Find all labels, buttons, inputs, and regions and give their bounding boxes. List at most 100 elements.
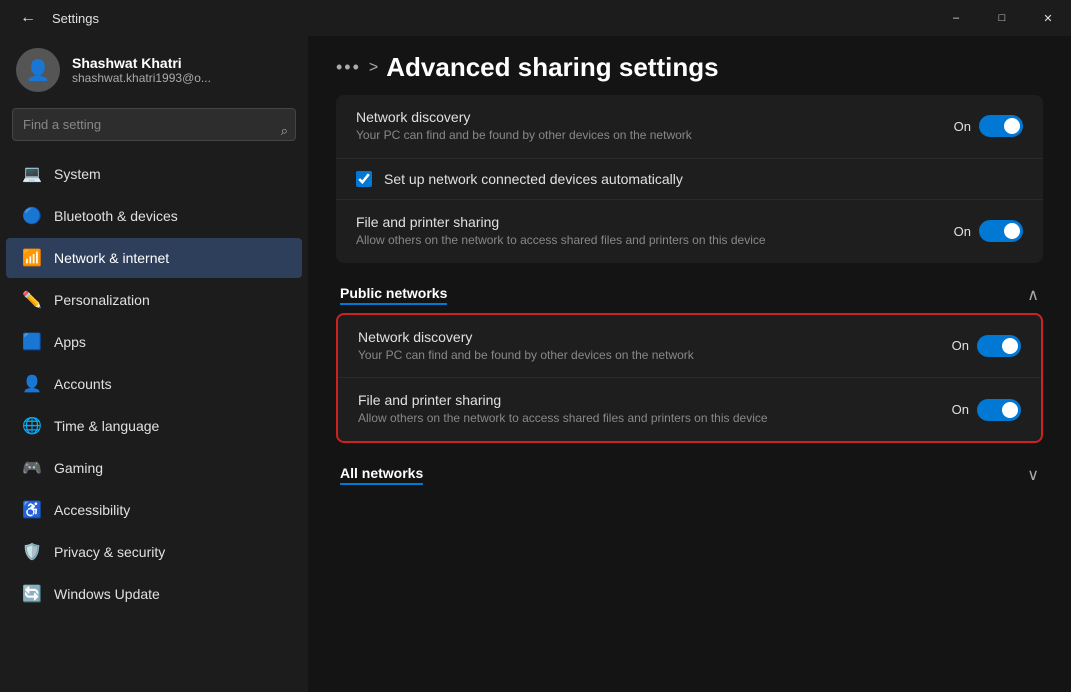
public-file-sharing-slider bbox=[977, 399, 1021, 421]
nav-list: 💻 System 🔵 Bluetooth & devices 📶 Network… bbox=[0, 153, 308, 615]
public-networks-header[interactable]: Public networks ∧ bbox=[336, 271, 1043, 313]
private-network-discovery-text: Network discovery Your PC can find and b… bbox=[356, 109, 954, 144]
sidebar-item-time-label: Time & language bbox=[54, 418, 159, 434]
all-networks-header[interactable]: All networks ∨ bbox=[336, 451, 1043, 493]
public-file-sharing-label: File and printer sharing bbox=[358, 392, 952, 408]
maximize-button[interactable]: □ bbox=[979, 0, 1025, 36]
breadcrumb-separator: > bbox=[369, 59, 378, 77]
bluetooth-icon: 🔵 bbox=[22, 206, 42, 226]
auto-setup-label: Set up network connected devices automat… bbox=[384, 171, 683, 187]
search-input[interactable] bbox=[12, 108, 296, 141]
sidebar-item-network[interactable]: 📶 Network & internet bbox=[6, 238, 302, 278]
privacy-icon: 🛡️ bbox=[22, 542, 42, 562]
minimize-button[interactable]: – bbox=[933, 0, 979, 36]
titlebar: ← Settings – □ ✕ bbox=[0, 0, 1071, 36]
public-network-discovery-text: Network discovery Your PC can find and b… bbox=[358, 329, 952, 364]
main-layout: 👤 Shashwat Khatri shashwat.khatri1993@o.… bbox=[0, 36, 1071, 692]
personalization-icon: ✏️ bbox=[22, 290, 42, 310]
private-network-discovery-toggle-label: On bbox=[954, 119, 971, 134]
public-network-discovery-row: Network discovery Your PC can find and b… bbox=[338, 315, 1041, 379]
public-file-sharing-text: File and printer sharing Allow others on… bbox=[358, 392, 952, 427]
sidebar-item-update-label: Windows Update bbox=[54, 586, 160, 602]
search-container: ⌕ bbox=[0, 108, 308, 153]
sidebar-item-gaming-label: Gaming bbox=[54, 460, 103, 476]
private-file-sharing-slider bbox=[979, 220, 1023, 242]
content-header: ••• > Advanced sharing settings bbox=[308, 36, 1071, 95]
sidebar-item-bluetooth[interactable]: 🔵 Bluetooth & devices bbox=[6, 196, 302, 236]
sidebar-item-privacy-label: Privacy & security bbox=[54, 544, 165, 560]
sidebar-item-personalization-label: Personalization bbox=[54, 292, 150, 308]
private-network-discovery-label: Network discovery bbox=[356, 109, 954, 125]
sidebar-item-apps[interactable]: 🟦 Apps bbox=[6, 322, 302, 362]
public-networks-chevron[interactable]: ∧ bbox=[1027, 285, 1039, 305]
private-network-discovery-toggle[interactable] bbox=[979, 115, 1023, 137]
public-networks-title: Public networks bbox=[340, 285, 447, 305]
close-button[interactable]: ✕ bbox=[1025, 0, 1071, 36]
private-file-sharing-text: File and printer sharing Allow others on… bbox=[356, 214, 954, 249]
auto-setup-row: Set up network connected devices automat… bbox=[336, 159, 1043, 200]
apps-icon: 🟦 bbox=[22, 332, 42, 352]
sidebar-item-accounts[interactable]: 👤 Accounts bbox=[6, 364, 302, 404]
private-file-sharing-label: File and printer sharing bbox=[356, 214, 954, 230]
time-icon: 🌐 bbox=[22, 416, 42, 436]
avatar-icon: 👤 bbox=[26, 58, 51, 83]
sidebar-item-system[interactable]: 💻 System bbox=[6, 154, 302, 194]
user-profile[interactable]: 👤 Shashwat Khatri shashwat.khatri1993@o.… bbox=[0, 36, 308, 108]
private-file-sharing-desc: Allow others on the network to access sh… bbox=[356, 232, 954, 249]
public-network-discovery-desc: Your PC can find and be found by other d… bbox=[358, 347, 952, 364]
public-network-discovery-label: Network discovery bbox=[358, 329, 952, 345]
accounts-icon: 👤 bbox=[22, 374, 42, 394]
system-icon: 💻 bbox=[22, 164, 42, 184]
sidebar-item-time[interactable]: 🌐 Time & language bbox=[6, 406, 302, 446]
public-file-sharing-toggle[interactable] bbox=[977, 399, 1021, 421]
app-title: Settings bbox=[52, 11, 99, 26]
page-title: Advanced sharing settings bbox=[386, 52, 718, 83]
private-file-sharing-toggle-label: On bbox=[954, 224, 971, 239]
sidebar-item-accessibility-label: Accessibility bbox=[54, 502, 130, 518]
public-network-discovery-toggle-wrapper: On bbox=[952, 335, 1021, 357]
private-file-sharing-row: File and printer sharing Allow others on… bbox=[336, 200, 1043, 263]
breadcrumb-dots[interactable]: ••• bbox=[336, 57, 361, 78]
sidebar-item-system-label: System bbox=[54, 166, 101, 182]
private-network-discovery-toggle-wrapper: On bbox=[954, 115, 1023, 137]
network-icon: 📶 bbox=[22, 248, 42, 268]
public-file-sharing-toggle-wrapper: On bbox=[952, 399, 1021, 421]
search-icon[interactable]: ⌕ bbox=[281, 123, 288, 139]
public-networks-card: Network discovery Your PC can find and b… bbox=[336, 313, 1043, 444]
sidebar-item-apps-label: Apps bbox=[54, 334, 86, 350]
avatar: 👤 bbox=[16, 48, 60, 92]
all-networks-title: All networks bbox=[340, 465, 423, 485]
all-networks-chevron[interactable]: ∨ bbox=[1027, 465, 1039, 485]
sidebar-item-personalization[interactable]: ✏️ Personalization bbox=[6, 280, 302, 320]
private-network-card: Network discovery Your PC can find and b… bbox=[336, 95, 1043, 263]
sidebar-item-bluetooth-label: Bluetooth & devices bbox=[54, 208, 178, 224]
private-file-sharing-toggle[interactable] bbox=[979, 220, 1023, 242]
sidebar: 👤 Shashwat Khatri shashwat.khatri1993@o.… bbox=[0, 36, 308, 692]
sidebar-item-gaming[interactable]: 🎮 Gaming bbox=[6, 448, 302, 488]
back-button[interactable]: ← bbox=[12, 5, 44, 31]
user-email: shashwat.khatri1993@o... bbox=[72, 71, 211, 85]
auto-setup-checkbox[interactable] bbox=[356, 171, 372, 187]
update-icon: 🔄 bbox=[22, 584, 42, 604]
sidebar-item-privacy[interactable]: 🛡️ Privacy & security bbox=[6, 532, 302, 572]
public-file-sharing-desc: Allow others on the network to access sh… bbox=[358, 410, 952, 427]
public-network-discovery-toggle-label: On bbox=[952, 338, 969, 353]
user-info: Shashwat Khatri shashwat.khatri1993@o... bbox=[72, 55, 211, 85]
private-network-discovery-desc: Your PC can find and be found by other d… bbox=[356, 127, 954, 144]
private-file-sharing-toggle-wrapper: On bbox=[954, 220, 1023, 242]
sidebar-item-network-label: Network & internet bbox=[54, 250, 169, 266]
public-file-sharing-toggle-label: On bbox=[952, 402, 969, 417]
content-area: ••• > Advanced sharing settings Network … bbox=[308, 36, 1071, 692]
settings-scroll: Network discovery Your PC can find and b… bbox=[308, 95, 1071, 692]
public-network-discovery-slider bbox=[977, 335, 1021, 357]
sidebar-item-accounts-label: Accounts bbox=[54, 376, 112, 392]
gaming-icon: 🎮 bbox=[22, 458, 42, 478]
sidebar-item-accessibility[interactable]: ♿ Accessibility bbox=[6, 490, 302, 530]
window-controls: – □ ✕ bbox=[933, 0, 1071, 36]
public-network-discovery-toggle[interactable] bbox=[977, 335, 1021, 357]
private-network-discovery-slider bbox=[979, 115, 1023, 137]
accessibility-icon: ♿ bbox=[22, 500, 42, 520]
public-file-sharing-row: File and printer sharing Allow others on… bbox=[338, 378, 1041, 441]
user-name: Shashwat Khatri bbox=[72, 55, 211, 71]
sidebar-item-update[interactable]: 🔄 Windows Update bbox=[6, 574, 302, 614]
